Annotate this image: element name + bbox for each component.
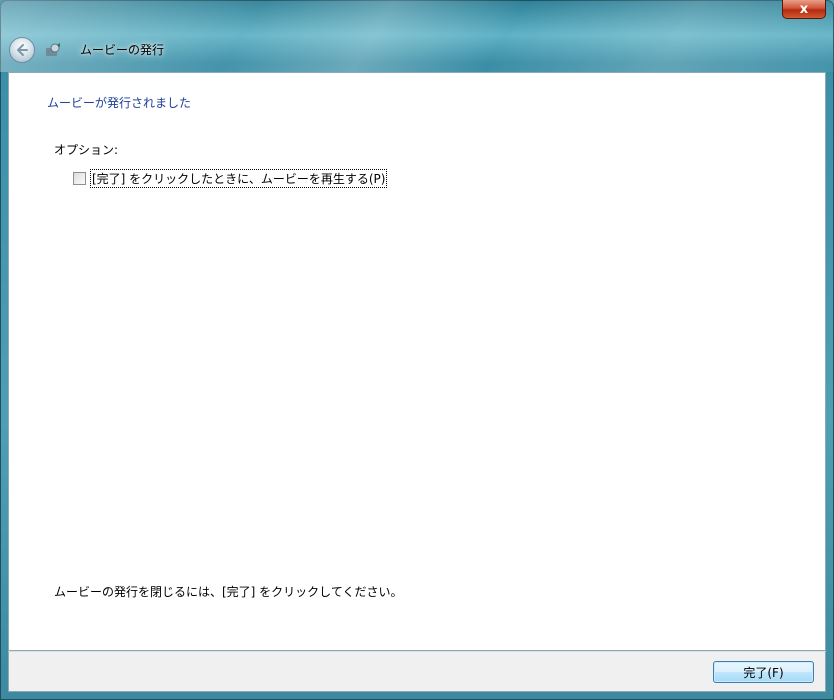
play-movie-option[interactable]: [完了] をクリックしたときに、ムービーを再生する(P) bbox=[73, 169, 388, 188]
movie-publish-icon bbox=[46, 43, 60, 56]
content-panel: ムービーが発行されました オプション: [完了] をクリックしたときに、ムービー… bbox=[8, 72, 826, 651]
back-arrow-icon bbox=[17, 44, 28, 56]
page-heading: ムービーが発行されました bbox=[47, 96, 192, 110]
finish-button[interactable]: 完了(F) bbox=[713, 661, 814, 683]
button-bar: 完了(F) bbox=[8, 651, 826, 692]
close-icon: x bbox=[799, 1, 809, 17]
close-button[interactable]: x bbox=[782, 0, 826, 19]
play-movie-checkbox[interactable] bbox=[73, 172, 86, 185]
window-title: ムービーの発行 bbox=[80, 43, 165, 57]
options-label: オプション: bbox=[54, 143, 119, 157]
titlebar bbox=[0, 0, 834, 72]
instruction-text: ムービーの発行を閉じるには、[完了] をクリックしてください。 bbox=[54, 585, 403, 599]
dialog-window: x ムービーの発行 ムービーが発行されました オプション: [完了] をクリック… bbox=[0, 0, 834, 700]
back-button[interactable] bbox=[9, 37, 35, 63]
play-movie-checkbox-label[interactable]: [完了] をクリックしたときに、ムービーを再生する(P) bbox=[90, 169, 388, 188]
